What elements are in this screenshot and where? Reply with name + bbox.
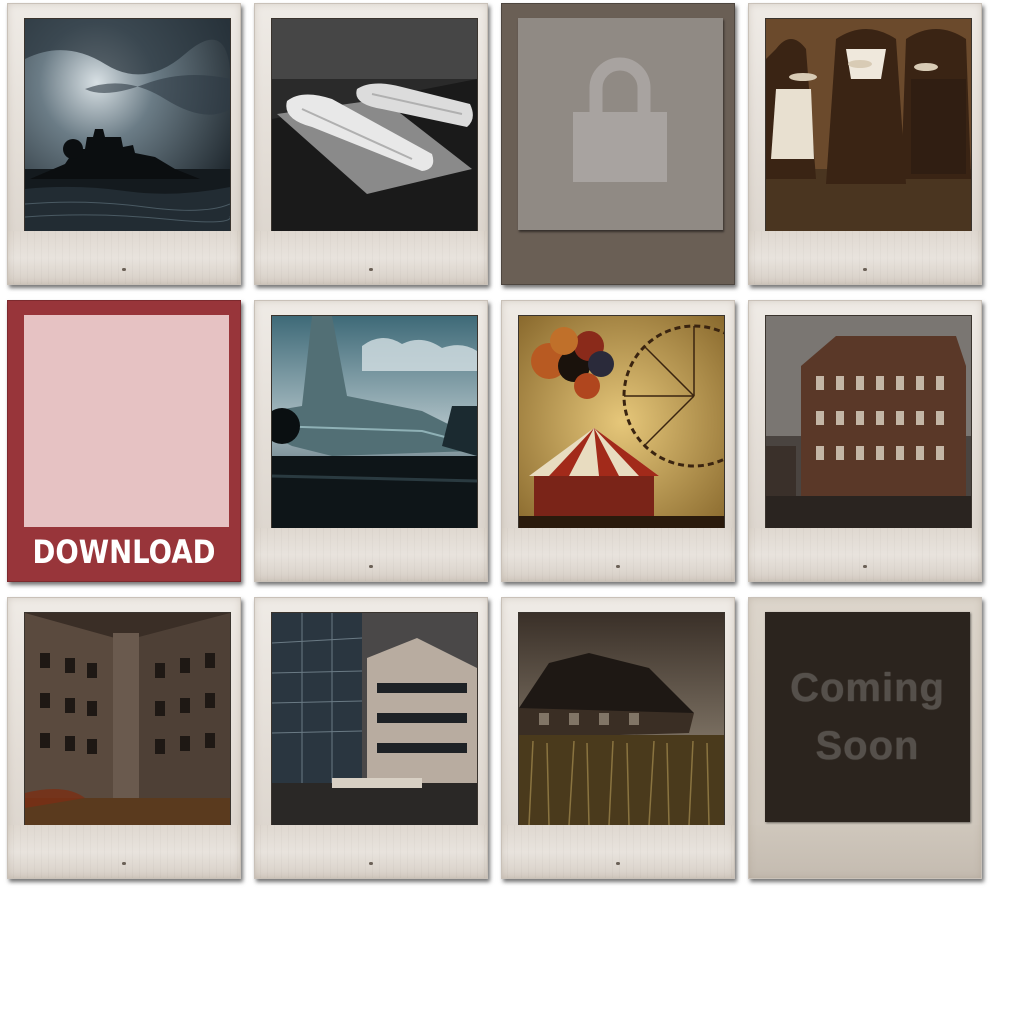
frame-dot — [616, 862, 620, 865]
caption-strip — [748, 825, 982, 879]
jet-photo — [271, 315, 478, 529]
coming-soon-label: Coming Soon — [790, 666, 945, 768]
level-card-castle[interactable] — [7, 3, 241, 285]
caption-strip — [501, 825, 735, 879]
level-card-women[interactable] — [748, 3, 982, 285]
frame-dot — [122, 862, 126, 865]
caption-strip — [254, 231, 488, 285]
morgue-photo — [271, 18, 478, 232]
castle-photo — [24, 18, 231, 232]
caption-strip — [7, 231, 241, 285]
frame-dot — [863, 268, 867, 271]
download-card[interactable]: DOWNLOAD — [7, 300, 241, 582]
frame-dot — [369, 862, 373, 865]
caption-strip — [748, 231, 982, 285]
office-photo — [271, 612, 478, 826]
barn-photo — [518, 612, 725, 826]
coming-soon-panel: Coming Soon — [765, 612, 970, 822]
locked-panel — [518, 18, 723, 230]
level-card-ruins[interactable] — [7, 597, 241, 879]
asylum-photo — [765, 315, 972, 529]
caption-strip — [748, 528, 982, 582]
download-button[interactable]: DOWNLOAD — [23, 533, 224, 571]
caption-strip — [7, 825, 241, 879]
caption-strip — [254, 825, 488, 879]
level-card-office[interactable] — [254, 597, 488, 879]
carnival-photo — [518, 315, 725, 529]
level-card-carnival[interactable] — [501, 300, 735, 582]
level-card-asylum[interactable] — [748, 300, 982, 582]
frame-dot — [616, 565, 620, 568]
lock-icon — [573, 57, 667, 182]
caption-strip — [501, 528, 735, 582]
level-card-morgue[interactable] — [254, 3, 488, 285]
frame-dot — [369, 565, 373, 568]
frame-dot — [122, 268, 126, 271]
ruins-photo — [24, 612, 231, 826]
level-card-locked — [501, 3, 735, 285]
frame-dot — [863, 565, 867, 568]
coming-soon-card: Coming Soon — [748, 597, 982, 879]
level-grid: DOWNLOAD Coming Soon — [0, 0, 1024, 1024]
level-card-jet[interactable] — [254, 300, 488, 582]
level-card-barn[interactable] — [501, 597, 735, 879]
download-preview-panel — [24, 315, 229, 527]
frame-dot — [369, 268, 373, 271]
women-photo — [765, 18, 972, 232]
caption-strip — [254, 528, 488, 582]
